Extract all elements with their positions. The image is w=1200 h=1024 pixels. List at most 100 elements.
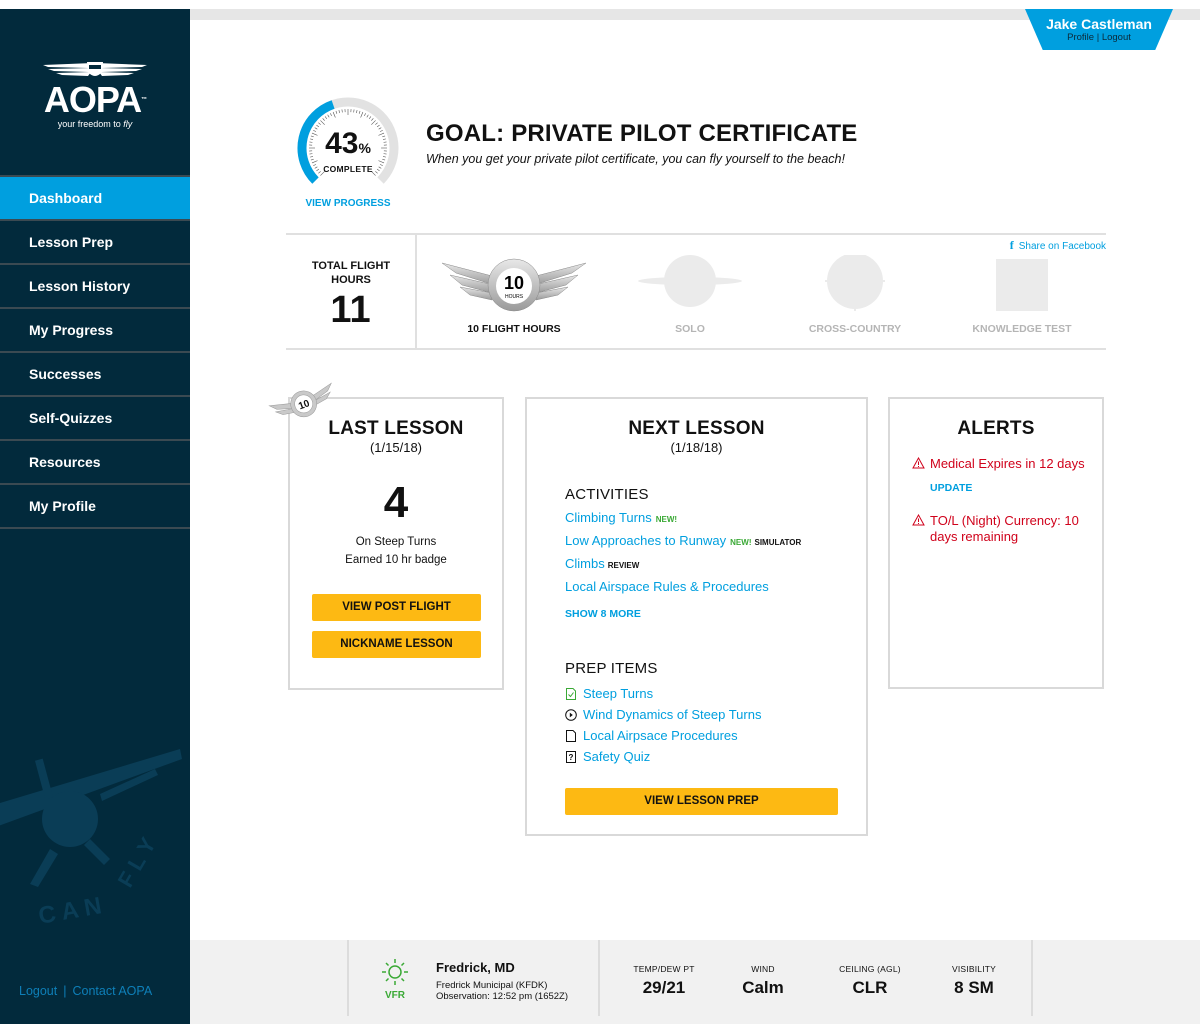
logout-link[interactable]: Logout [1102, 32, 1131, 43]
total-flight-hours-label: TOTAL FLIGHT HOURS [311, 260, 391, 286]
show-more-link[interactable]: SHOW 8 MORE [565, 608, 866, 620]
gauge-readout: 43% COMPLETE [293, 127, 403, 175]
weather-divider [598, 940, 600, 1016]
badge-cross-country[interactable]: CROSS-COUNTRY [775, 235, 935, 348]
svg-text:F L Y: F L Y [113, 833, 161, 892]
footer-logout-link[interactable]: Logout [19, 984, 57, 998]
sidebar-item-resources[interactable]: Resources [0, 439, 190, 483]
facebook-icon: f [1009, 238, 1014, 252]
last-lesson-topic: On Steep Turns [355, 536, 437, 548]
view-progress-link[interactable]: VIEW PROGRESS [293, 198, 403, 209]
prep-item[interactable]: ? Safety Quiz [565, 746, 866, 767]
sidebar-item-successes[interactable]: Successes [0, 351, 190, 395]
badge-label: 10 FLIGHT HOURS [467, 323, 561, 335]
badge-10-flight-hours[interactable]: 10 HOURS 10 FLIGHT HOURS [434, 235, 594, 348]
gauge-tick [330, 113, 332, 117]
prep-item[interactable]: Local Airpsace Procedures [565, 725, 866, 746]
prep-items-heading: PREP ITEMS [565, 660, 658, 677]
solo-badge-placeholder-icon [638, 255, 742, 307]
gauge-tick [368, 116, 372, 120]
weather-city: Fredrick, MD [436, 960, 515, 975]
wings-logo-icon [43, 62, 147, 76]
prep-item[interactable]: Steep Turns [565, 683, 866, 704]
gauge-tick [316, 124, 320, 128]
goal-subtitle: When you get your private pilot certific… [426, 152, 845, 166]
activity-label: Climbs [565, 556, 605, 571]
view-post-flight-button[interactable]: VIEW POST FLIGHT [312, 594, 481, 621]
sidebar-item-dashboard[interactable]: Dashboard [0, 175, 190, 219]
badge-unit: HOURS [505, 294, 524, 300]
activity-item[interactable]: Local Airspace Rules & Procedures [565, 576, 866, 597]
user-menu: Jake Castleman Profile | Logout [1025, 9, 1173, 50]
activity-tag: REVIEW [607, 561, 640, 570]
total-flight-hours-value: 11 [330, 289, 371, 331]
last-lesson-badge-earned: Earned 10 hr badge [345, 554, 447, 566]
weather-visibility: VISIBILITY 8 SM [951, 964, 997, 997]
alerts-card: ALERTS Medical Expires in 12 days UPDATE… [888, 397, 1104, 689]
gauge-tick [371, 120, 376, 125]
sidebar-item-lesson-prep[interactable]: Lesson Prep [0, 219, 190, 263]
knowledge-test-badge-placeholder-icon [996, 259, 1048, 311]
prep-items-list: Steep Turns Wind Dynamics of Steep Turns… [565, 683, 866, 767]
gauge-tick [332, 111, 336, 118]
activity-item[interactable]: Climbs REVIEW [565, 553, 866, 576]
weather-ceiling: CEILING (AGL) CLR [839, 964, 901, 997]
sidebar-footer: Logout | Contact AOPA [19, 984, 152, 998]
gauge-tick [376, 124, 380, 128]
progress-percent: 43% [325, 127, 371, 160]
view-lesson-prep-button[interactable]: VIEW LESSON PREP [565, 788, 838, 815]
weather-bar: VFR Fredrick, MD Fredrick Municipal (KFD… [190, 940, 1200, 1024]
wings-badge-icon: 10 HOURS [441, 258, 587, 312]
cross-country-badge-placeholder-icon [825, 255, 885, 311]
gauge-tick [360, 111, 364, 118]
next-lesson-title: NEXT LESSON [628, 418, 765, 439]
profile-link[interactable]: Profile [1067, 32, 1094, 43]
prep-item[interactable]: Wind Dynamics of Steep Turns [565, 704, 866, 725]
sidebar: AOPA™ your freedom to fly Dashboard Less… [0, 9, 190, 1024]
gauge-tick [356, 110, 358, 114]
last-lesson-card: LAST LESSON (1/15/18) 4 On Steep Turns E… [288, 397, 504, 690]
activity-item[interactable]: Low Approaches to Runway NEW! SIMULATOR [565, 530, 866, 553]
weather-divider [1031, 940, 1033, 1016]
badge-solo[interactable]: SOLO [610, 235, 770, 348]
update-medical-link[interactable]: UPDATE [930, 482, 1102, 494]
sidebar-item-my-profile[interactable]: My Profile [0, 483, 190, 527]
user-name: Jake Castleman [1046, 16, 1152, 32]
brand-tagline: your freedom to fly [57, 119, 133, 129]
activities-list: Climbing Turns NEW! Low Approaches to Runw… [565, 507, 866, 597]
warning-icon [912, 457, 925, 469]
aopa-logo[interactable]: AOPA™ your freedom to fly [0, 59, 190, 129]
weather-station-info: Fredrick Municipal (KFDK) Observation: 1… [436, 980, 568, 1002]
sun-icon [380, 957, 410, 992]
app: AOPA™ your freedom to fly Dashboard Less… [0, 0, 1200, 1024]
gauge-tick [375, 122, 378, 125]
last-lesson-date: (1/15/18) [369, 440, 423, 455]
gauge-tick [371, 118, 374, 121]
badge-label: SOLO [675, 323, 705, 335]
sidebar-item-self-quizzes[interactable]: Self-Quizzes [0, 395, 190, 439]
weather-observation-time: Observation: 12:52 pm (1652Z) [436, 991, 569, 1002]
sidebar-item-my-progress[interactable]: My Progress [0, 307, 190, 351]
badge-label: CROSS-COUNTRY [808, 323, 902, 335]
activity-label: Climbing Turns [565, 510, 652, 525]
sidebar-item-lesson-history[interactable]: Lesson History [0, 263, 190, 307]
gauge-tick [366, 114, 369, 118]
next-lesson-date: (1/18/18) [670, 440, 723, 455]
activities-heading: ACTIVITIES [565, 486, 649, 503]
contact-aopa-link[interactable]: Contact AOPA [72, 984, 152, 998]
gauge-tick [338, 110, 340, 114]
weather-wind: WIND Calm [742, 964, 784, 997]
activity-item[interactable]: Climbing Turns NEW! [565, 507, 866, 530]
share-on-facebook-link[interactable]: f Share on Facebook [1010, 238, 1106, 253]
alerts-title: ALERTS [957, 418, 1035, 439]
nickname-lesson-button[interactable]: NICKNAME LESSON [312, 631, 481, 658]
progress-complete-label: COMPLETE [323, 164, 373, 174]
warning-icon [912, 514, 925, 526]
gauge-tick [358, 110, 361, 114]
gauge-tick [320, 120, 325, 125]
gauge-tick [324, 116, 328, 120]
gauge-tick [335, 110, 338, 114]
next-lesson-card: NEXT LESSON (1/18/18) ACTIVITIES Climbin… [525, 397, 868, 836]
weather-divider [347, 940, 349, 1016]
total-flight-hours: TOTAL FLIGHT HOURS 11 [286, 235, 417, 348]
